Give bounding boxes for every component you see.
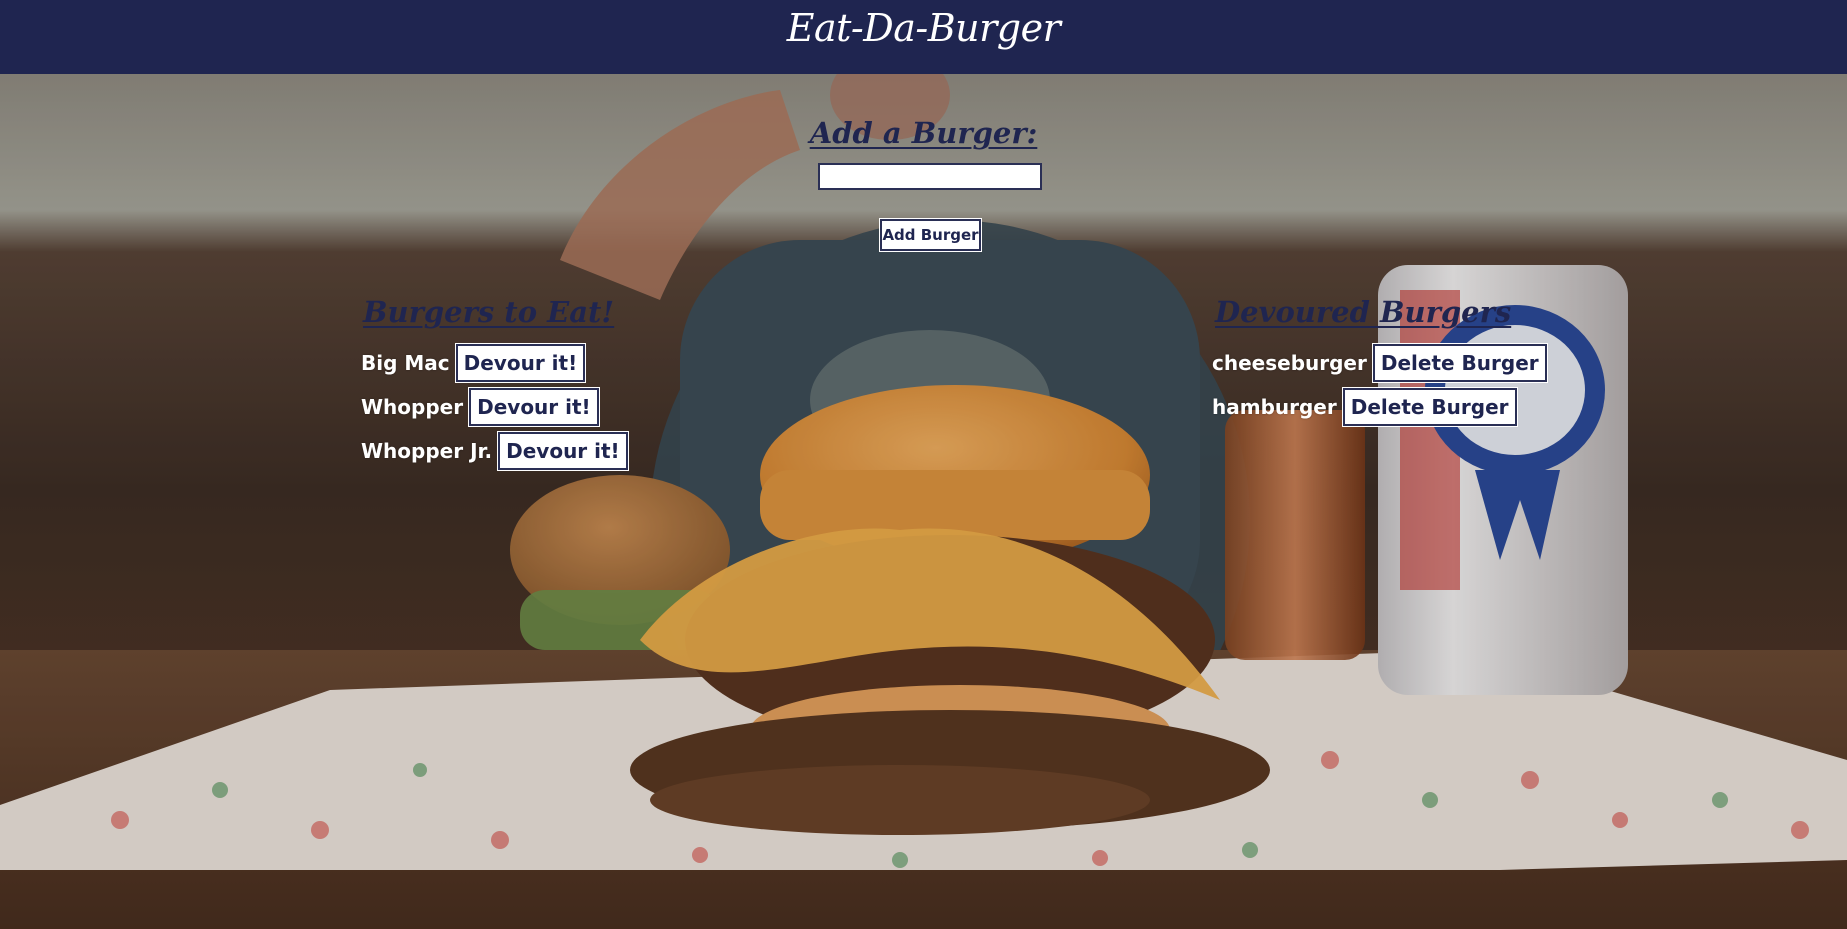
burger-name: cheeseburger: [1212, 351, 1367, 375]
header-bar: Eat-Da-Burger: [0, 0, 1847, 74]
list-item: hamburger Delete Burger: [1212, 387, 1547, 427]
delete-burger-button[interactable]: Delete Burger: [1342, 388, 1517, 426]
burger-name-input[interactable]: [818, 163, 1042, 190]
add-burger-button[interactable]: Add Burger: [880, 219, 981, 251]
burger-name: Big Mac: [361, 351, 450, 375]
devour-button[interactable]: Devour it!: [469, 388, 599, 426]
devoured-burgers-heading: Devoured Burgers: [1215, 295, 1512, 329]
page: Eat-Da-Burger Add a Burger: Add Burger B…: [0, 0, 1847, 929]
list-item: Whopper Devour it!: [361, 387, 628, 427]
burger-name: Whopper Jr.: [361, 439, 493, 463]
list-item: Whopper Jr. Devour it!: [361, 431, 628, 471]
devoured-burgers-list: cheeseburger Delete Burger hamburger Del…: [1212, 343, 1547, 431]
devour-button[interactable]: Devour it!: [498, 432, 628, 470]
delete-burger-button[interactable]: Delete Burger: [1372, 344, 1547, 382]
add-burger-heading: Add a Burger:: [809, 116, 1038, 150]
burger-name: hamburger: [1212, 395, 1337, 419]
app-title: Eat-Da-Burger: [786, 6, 1061, 50]
list-item: cheeseburger Delete Burger: [1212, 343, 1547, 383]
devour-button[interactable]: Devour it!: [455, 344, 586, 382]
burgers-to-eat-list: Big Mac Devour it! Whopper Devour it! Wh…: [361, 343, 628, 475]
burgers-to-eat-heading: Burgers to Eat!: [363, 295, 615, 329]
burger-name: Whopper: [361, 395, 464, 419]
list-item: Big Mac Devour it!: [361, 343, 628, 383]
